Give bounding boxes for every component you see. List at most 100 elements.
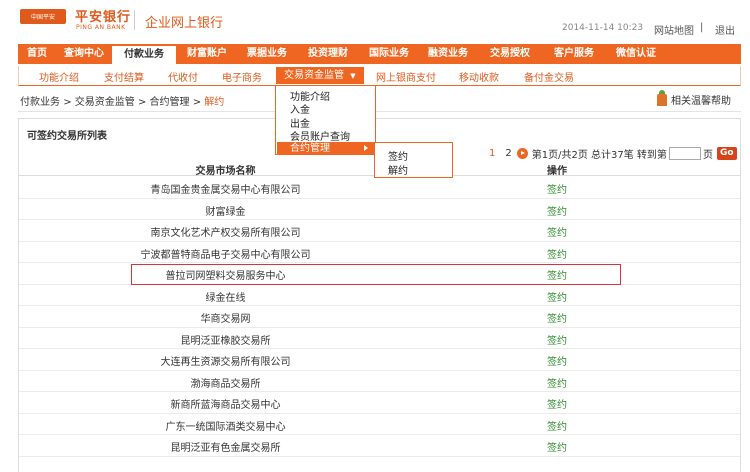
logo-subtext: PING AN BANK <box>76 24 126 31</box>
table-row: 渤海商品交易所 签约 <box>19 371 740 392</box>
breadcrumb-item[interactable]: 付款业务 <box>20 97 60 108</box>
sign-link[interactable]: 签约 <box>432 418 682 433</box>
sign-link[interactable]: 签约 <box>432 181 682 196</box>
page-2-link[interactable]: 2 <box>505 148 511 159</box>
contract-mgmt-submenu: 签约 解约 <box>374 142 453 178</box>
sitemap-link[interactable]: 网站地图 <box>654 22 694 37</box>
main-nav: 首页 查询中心 付款业务 财富账户 票据业务 投资理财 国际业务 融资业务 交易… <box>18 44 741 64</box>
pager: 1 2 第1页/共2页 总计37笔 转到第 页 Go <box>489 146 737 161</box>
nav-wechat-auth[interactable]: 微信认证 <box>606 44 666 64</box>
subnav-collect-pay[interactable]: 代收付 <box>168 69 198 84</box>
next-page-icon[interactable] <box>516 147 528 159</box>
nav-international[interactable]: 国际业务 <box>360 44 418 64</box>
sign-link[interactable]: 签约 <box>432 310 682 325</box>
market-name: 华商交易网 <box>200 314 251 325</box>
breadcrumb-sep: > <box>192 97 202 108</box>
menu-item-deposit[interactable]: 入金 <box>290 101 310 116</box>
chevron-down-icon: ▼ <box>350 72 356 80</box>
logo-badge: 中国平安 <box>20 9 66 24</box>
market-name: 昆明泛亚橡胶交易所 <box>180 335 271 347</box>
nav-query-center[interactable]: 查询中心 <box>56 44 112 64</box>
nav-customer-service[interactable]: 客户服务 <box>542 44 606 64</box>
submenu-item-sign[interactable]: 签约 <box>388 148 408 163</box>
table-row: 南京文化艺术产权交易所有限公司 签约 <box>19 220 740 242</box>
sign-link[interactable]: 签约 <box>432 246 682 261</box>
col-operation: 操作 <box>547 166 567 177</box>
market-name: 大连再生资源交易所有限公司 <box>160 357 291 368</box>
market-name: 普拉司网塑料交易服务中心 <box>165 271 286 282</box>
menu-item-contract-mgmt-label: 合约管理 <box>290 143 330 154</box>
nav-financing[interactable]: 融资业务 <box>418 44 478 64</box>
menu-item-member-query[interactable]: 会员账户查询 <box>290 128 350 143</box>
header-separator: | <box>700 22 704 33</box>
subnav-ecommerce[interactable]: 电子商务 <box>222 69 262 84</box>
sign-link[interactable]: 签约 <box>432 289 682 304</box>
table-row: 青岛国金贵金属交易中心有限公司 签约 <box>19 177 740 199</box>
help-link[interactable]: 相关温馨帮助 <box>657 89 731 107</box>
chevron-right-icon <box>364 145 368 151</box>
sign-link[interactable]: 签约 <box>432 375 682 390</box>
fund-supervision-menu: 功能介绍 入金 出金 会员账户查询 合约管理 <box>275 85 376 155</box>
breadcrumb-item[interactable]: 合约管理 <box>150 97 190 108</box>
sign-link[interactable]: 签约 <box>432 353 682 368</box>
breadcrumb-current: 解约 <box>204 97 225 108</box>
subnav-reserve-trade[interactable]: 备付金交易 <box>524 69 574 84</box>
table-body: 青岛国金贵金属交易中心有限公司 签约 财富绿金 签约 南京文化艺术产权交易所有限公司… <box>19 177 740 457</box>
market-name: 昆明泛亚有色金属交易所 <box>170 443 281 454</box>
table-row: 广东一统国际酒类交易中心 签约 <box>19 414 740 435</box>
breadcrumb: 付款业务 > 交易资金监管 > 合约管理 > 解约 <box>20 93 224 108</box>
subnav-online-pay[interactable]: 网上银商支付 <box>376 69 436 84</box>
page-1-link[interactable]: 1 <box>489 148 495 159</box>
pager-suffix: 页 <box>702 149 713 161</box>
nav-bills[interactable]: 票据业务 <box>238 44 296 64</box>
sign-link[interactable]: 签约 <box>432 203 682 218</box>
table-row: 昆明泛亚橡胶交易所 签约 <box>19 328 740 349</box>
market-name: 广东一统国际酒类交易中心 <box>165 421 286 433</box>
table-row: 绿金在线 签约 <box>19 285 740 306</box>
market-name: 新商所蓝海商品交易中心 <box>170 400 281 411</box>
nav-investment[interactable]: 投资理财 <box>296 44 360 64</box>
nav-payment[interactable]: 付款业务 <box>112 44 176 64</box>
logo-text: 平安银行 <box>75 10 132 25</box>
sign-link[interactable]: 签约 <box>432 267 682 282</box>
table-row: 大连再生资源交易所有限公司 签约 <box>19 349 740 371</box>
goto-page-input[interactable] <box>668 146 701 160</box>
breadcrumb-sep: > <box>63 97 72 108</box>
table-row: 新商所蓝海商品交易中心 签约 <box>19 392 740 414</box>
breadcrumb-item[interactable]: 交易资金监管 <box>75 97 135 108</box>
table-row: 昆明泛亚有色金属交易所 签约 <box>19 435 740 457</box>
market-name: 财富绿金 <box>205 206 246 218</box>
nav-home[interactable]: 首页 <box>18 44 56 64</box>
plant-icon <box>657 89 667 106</box>
panel-title: 可签约交易所列表 <box>27 131 107 142</box>
datetime: 2014-11-14 10:23 <box>562 23 644 33</box>
nav-wealth-account[interactable]: 财富账户 <box>176 44 238 64</box>
table-row: 宁波都普特商品电子交易中心有限公司 签约 <box>19 242 740 263</box>
table-row: 财富绿金 签约 <box>19 199 740 220</box>
subnav-fund-supervision[interactable]: 交易资金监管 ▼ <box>276 67 364 84</box>
breadcrumb-sep: > <box>137 97 147 108</box>
sign-link[interactable]: 签约 <box>432 224 682 239</box>
market-name: 宁波都普特商品电子交易中心有限公司 <box>140 249 311 261</box>
menu-item-contract-mgmt[interactable]: 合约管理 <box>277 142 374 155</box>
pager-info: 第1页/共2页 总计37笔 转到第 <box>531 149 667 161</box>
logo-divider <box>134 10 135 30</box>
subnav-mobile-collect[interactable]: 移动收款 <box>459 69 499 84</box>
market-name: 渤海商品交易所 <box>190 378 261 390</box>
header: 中国平安 平安银行 PING AN BANK 企业网上银行 2014-11-14… <box>0 0 750 42</box>
help-label: 相关温馨帮助 <box>671 96 731 107</box>
divider <box>18 111 741 112</box>
subnav-settlement[interactable]: 支付结算 <box>104 69 144 84</box>
subnav-intro[interactable]: 功能介绍 <box>39 69 79 84</box>
submenu-item-cancel[interactable]: 解约 <box>388 162 408 177</box>
market-name: 青岛国金贵金属交易中心有限公司 <box>150 185 301 196</box>
logout-link[interactable]: 退出 <box>715 22 735 37</box>
sign-link[interactable]: 签约 <box>432 439 682 454</box>
table-row-highlighted: 普拉司网塑料交易服务中心 签约 <box>19 263 740 285</box>
go-button[interactable]: Go <box>716 146 737 160</box>
sign-link[interactable]: 签约 <box>432 396 682 411</box>
nav-authorization[interactable]: 交易授权 <box>478 44 542 64</box>
subnav-fund-supervision-label: 交易资金监管 <box>284 70 344 81</box>
bank-title: 企业网上银行 <box>145 16 224 31</box>
sign-link[interactable]: 签约 <box>432 332 682 347</box>
